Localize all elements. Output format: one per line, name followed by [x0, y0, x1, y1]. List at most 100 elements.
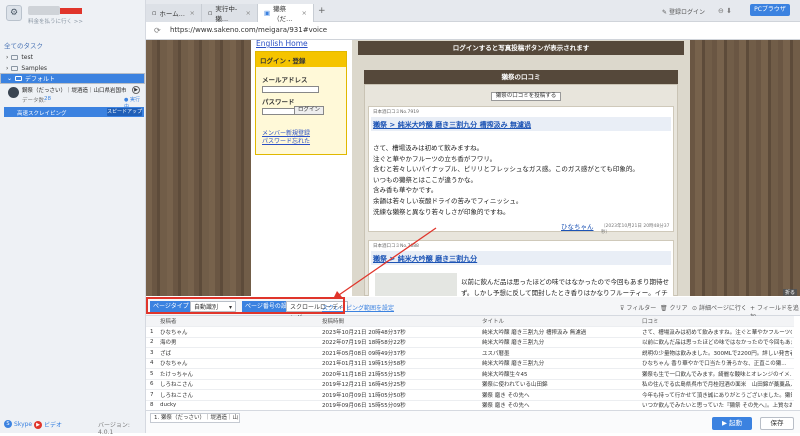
table-cell: 5: [150, 370, 154, 377]
fast-scrape-label: 高速スクレイピング: [17, 110, 67, 117]
table-cell: ひなちゃん 香り華やかで口当たり滑らかな、正直この獺...: [642, 361, 787, 368]
table-cell: 2: [150, 339, 154, 346]
page-icon: ▣: [264, 9, 271, 17]
english-home-link[interactable]: English Home: [256, 40, 308, 48]
table-header: 投稿者 投稿時間 タイトル 口コミ: [146, 316, 794, 327]
column-time[interactable]: 投稿時間: [322, 317, 344, 325]
review-body: さて、槽場汲みは初めて飲みますね。 注ぐと華やかフルーツの立ち香がフワリ。 含む…: [373, 144, 639, 216]
skype-link[interactable]: S Skype: [4, 420, 32, 428]
table-cell: 説明の少量物は飲みました。300MLで2200円。詳しい発言者は実...: [642, 350, 792, 357]
login-record[interactable]: ✎ 登録ログイン: [662, 7, 705, 16]
table-cell: 1: [150, 328, 154, 335]
play-icon[interactable]: ▶: [132, 86, 140, 94]
table-cell: 獺祭も生で一口飲んでみます。綺麗な酸味とオレンジのイメ...: [642, 371, 792, 378]
table-cell: 純米大吟醸 磨き三割九分: [482, 340, 545, 347]
table-cell: 2020年11月18日 21時55分15秒: [322, 371, 406, 378]
table-cell: しろねこさん: [160, 382, 194, 389]
page-icon: ▫: [152, 9, 157, 17]
review-date: （2023年10月21日 20時48分37秒）: [601, 224, 670, 235]
filter-button[interactable]: ⊽ フィルター: [620, 303, 656, 312]
version-label: バージョン: 4.0.1: [98, 422, 130, 436]
table-cell: 8: [150, 402, 154, 409]
password-label: パスワード: [262, 98, 295, 106]
review-user[interactable]: ひなちゃん: [561, 221, 594, 231]
folder-test[interactable]: › test: [0, 52, 145, 63]
table-cell: 今年も持って行かせて頂き誠にありがとうございました。獺祭の...: [642, 392, 792, 399]
table-row[interactable]: 2 海の男 2022年07月19日 18時58分22秒 純米大吟醸 磨き三割九分 以前に…: [146, 338, 794, 348]
new-tab-icon[interactable]: +: [318, 6, 326, 16]
speed-up-button[interactable]: スピードアップ: [107, 108, 142, 116]
forgot-password-link[interactable]: パスワード忘れた: [262, 136, 310, 145]
url-text[interactable]: https://www.sakeno.com/meigara/931#voice: [170, 26, 327, 34]
browser-tab-bar: ▫ ホーム... × ▫ 実行中-獺... × ▣ 獺祭（だ... × + ✎ 登録ログイン…: [146, 0, 800, 23]
table-row[interactable]: 1 ひなちゃん 2023年10月21日 20時48分37秒 純米大吟醸 磨き三割九分 …: [146, 327, 794, 338]
review-number: 日本酒口コミNo.7919: [373, 110, 419, 115]
tab-home[interactable]: ▫ ホーム... ×: [146, 4, 202, 22]
link-icon: ⊙: [692, 305, 699, 312]
chevron-right-icon: ›: [6, 65, 9, 72]
task-tab[interactable]: 1. 獺祭（だっさい）｜堤酒造｜山: [150, 413, 240, 423]
clear-button[interactable]: 🗑 クリア: [660, 303, 688, 312]
table-row[interactable]: 8 ducky 2019年09月06日 15時55分09秒 獺祭 磨き その先へ いつか…: [146, 401, 794, 411]
tab-dassai[interactable]: ▣ 獺祭（だ... ×: [258, 4, 314, 23]
table-cell: ざば: [160, 350, 172, 357]
table-row[interactable]: 3 ざば 2021年05月08日 09時49分37秒 ユスパ暦墨 説明の少量物は飲みまし…: [146, 348, 794, 359]
reload-icon[interactable]: ⟳: [154, 26, 161, 35]
table-cell: 2019年12月21日 16時45分25秒: [322, 382, 406, 389]
table-row[interactable]: 6 しろねこさん 2019年12月21日 16時45分25秒 獺祭に使われている山田錦…: [146, 380, 794, 390]
bottom-bar: 1. 獺祭（だっさい）｜堤酒造｜山 ▶ 起動 保存: [146, 410, 800, 433]
login-button[interactable]: ログイン: [294, 106, 324, 115]
data-table: 投稿者 投稿時間 タイトル 口コミ 1 ひなちゃん 2023年10月21日 20時4…: [146, 316, 800, 410]
table-cell: 2019年10月09日 11時05分50秒: [322, 392, 406, 399]
review-card: 日本酒口コミNo.7919 獺祭 > 純米大吟醸 磨き三割九分 槽搾汲み 無濾過…: [368, 106, 674, 235]
video-link[interactable]: ▶ ビデオ: [34, 420, 62, 429]
all-tasks-title[interactable]: 全てのタスク: [4, 40, 43, 50]
email-field[interactable]: [262, 86, 319, 93]
review-body: 以前に飲んだ品は思ったほどの味ではなかったので今回もあまり期待せ ず。しかし予想…: [461, 278, 669, 296]
save-button[interactable]: 保存: [760, 417, 794, 430]
data-count-label: データ数:: [22, 98, 46, 104]
close-icon[interactable]: ×: [302, 9, 307, 17]
column-title[interactable]: タイトル: [482, 317, 504, 325]
table-cell: 純米大吟醸 磨き三割九分 槽搾汲み 無濾過: [482, 329, 587, 336]
table-cell: たけっちゃん: [160, 371, 194, 378]
login-title: ログイン・登録: [256, 52, 346, 67]
folder-icon: [11, 55, 19, 60]
window-icons[interactable]: ⊖ ⬇: [718, 7, 732, 15]
table-cell: 2021年05月08日 09時49分37秒: [322, 350, 406, 357]
table-cell: 獺祭 磨き その先へ: [482, 403, 530, 410]
reviews-title: 獺祭の口コミ: [364, 70, 678, 84]
table-cell: 以前に飲んだ品は思ったほどの味ではなかったので今回もあまり期...: [642, 340, 792, 347]
start-button[interactable]: ▶ 起動: [712, 417, 752, 430]
post-review-button[interactable]: 獺祭の口コミを投稿する: [491, 92, 561, 101]
close-icon[interactable]: ×: [246, 9, 251, 17]
table-cell: 4: [150, 360, 154, 367]
pc-browser-select[interactable]: PCブラウザ: [750, 4, 790, 16]
task-item[interactable]: 鋼祭（だっさい）｜堤酒造｜山口県岩国市… ▶ データ数: 28 ● 実行中 高速…: [4, 83, 144, 121]
tab-running[interactable]: ▫ 実行中-獺... ×: [202, 4, 258, 23]
table-row[interactable]: 5 たけっちゃん 2020年11月18日 21時55分15秒 純米大吟醸生々45 獺祭も…: [146, 369, 794, 380]
table-cell: 純米大吟醸 磨き三割九分: [482, 361, 545, 368]
table-cell: ユスパ暦墨: [482, 350, 510, 357]
table-row[interactable]: 4 ひなちゃん 2021年01月31日 19時15分58秒 純米大吟醸 磨き三割九分 ひ…: [146, 359, 794, 369]
detail-page-button[interactable]: ⊙ 詳細ページに行く: [692, 303, 747, 312]
trash-icon: 🗑: [660, 305, 670, 312]
plus-icon: +: [750, 305, 757, 312]
folder-icon: [11, 66, 19, 71]
address-bar[interactable]: ⟳ https://www.sakeno.com/meigara/931#voi…: [146, 22, 800, 40]
table-cell: 7: [150, 391, 154, 398]
collapse-badge[interactable]: 折る: [782, 289, 797, 296]
folder-icon: [15, 76, 23, 81]
close-icon[interactable]: ×: [190, 9, 195, 17]
table-cell: 海の男: [160, 340, 177, 347]
column-poster[interactable]: 投稿者: [160, 317, 177, 325]
column-review[interactable]: 口コミ: [642, 317, 659, 325]
table-row[interactable]: 7 しろねこさん 2019年10月09日 11時05分50秒 獺祭 磨き その先へ 今年…: [146, 390, 794, 401]
skype-icon: S: [4, 420, 12, 428]
upgrade-link[interactable]: 料金を払うに行く >>: [28, 17, 83, 25]
user-name-blurred: [28, 6, 60, 15]
login-box: ログイン・登録 メールアドレス パスワード ログイン メンバー新規登録 パスワー…: [255, 51, 347, 155]
table-cell: 純米大吟醸生々45: [482, 371, 528, 378]
review-title[interactable]: 獺祭 > 純米大吟醸 磨き三割九分 槽搾汲み 無濾過: [371, 117, 671, 131]
table-cell: 2019年09月06日 15時55分09秒: [322, 403, 406, 410]
